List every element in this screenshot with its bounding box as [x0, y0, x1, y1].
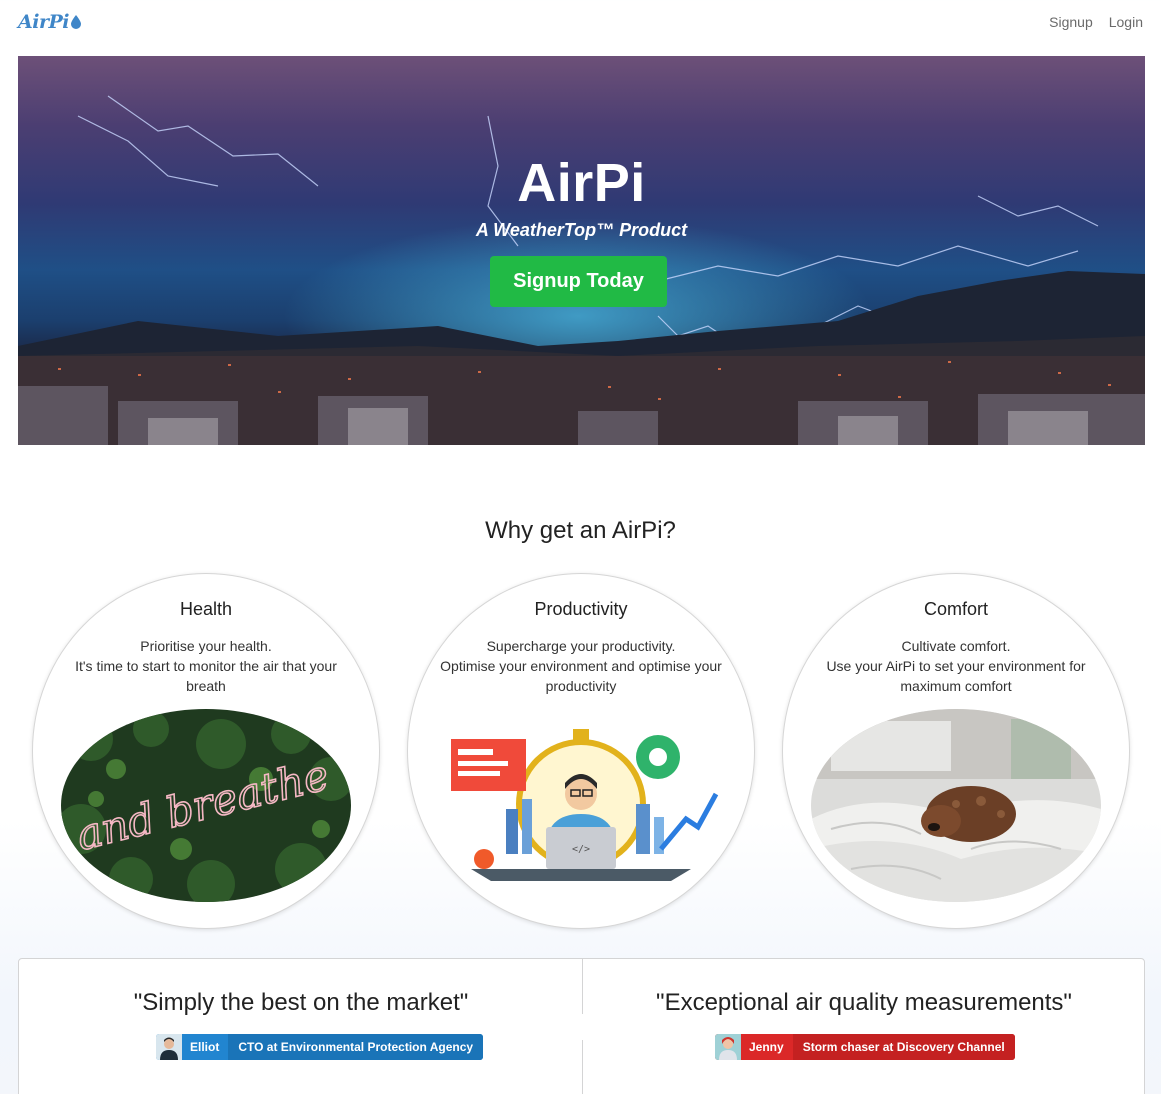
comfort-card-line1: Cultivate comfort.: [901, 638, 1011, 654]
testimonial-label-jenny[interactable]: Jenny Storm chaser at Discovery Channel: [715, 1034, 1015, 1060]
elliot-avatar: [156, 1034, 182, 1060]
hero-banner: AirPi A WeatherTop™ Product Signup Today: [18, 56, 1145, 445]
stormy-city-illustration: [18, 95, 1145, 445]
testimonial-name: Jenny: [749, 1040, 784, 1054]
comfort-card-line2: Use your AirPi to set your environment f…: [826, 658, 1086, 694]
testimonial-quote-jenny: "Exceptional air quality measurements": [656, 989, 1072, 1016]
why-section-title: Why get an AirPi?: [485, 517, 676, 544]
testimonial-role: Storm chaser at Discovery Channel: [792, 1034, 1015, 1060]
airpi-logo[interactable]: AirPi: [18, 11, 81, 33]
testimonial-name: Elliot: [190, 1040, 220, 1054]
code-symbol-text: </>: [572, 844, 590, 855]
comfort-card-title: Comfort: [923, 599, 988, 619]
comfort-card-text: Cultivate comfort. Use your AirPi to set…: [813, 636, 1099, 696]
comfort-card: Comfort Cultivate comfort. Use your AirP…: [782, 573, 1130, 929]
productivity-card-text: Supercharge your productivity. Optimise …: [438, 636, 724, 696]
testimonial-role: CTO at Environmental Protection Agency: [228, 1034, 484, 1060]
productivity-card-title: Productivity: [534, 599, 628, 619]
health-card-line1: Prioritise your health.: [140, 638, 272, 654]
health-card: Health Prioritise your health. It's time…: [32, 573, 380, 929]
productivity-card-line2: Optimise your environment and optimise y…: [440, 658, 722, 694]
productivity-card: Productivity Supercharge your productivi…: [407, 573, 755, 929]
testimonials-panel: "Simply the best on the market" Elliot C…: [18, 958, 1145, 1094]
testimonial-quote-elliot: "Simply the best on the market": [133, 989, 469, 1016]
logo-text: AirPi: [18, 11, 69, 33]
testimonial-label-elliot[interactable]: Elliot CTO at Environmental Protection A…: [156, 1034, 484, 1060]
signup-link[interactable]: Signup: [1049, 14, 1093, 30]
productivity-image: </>: [436, 709, 726, 902]
comfort-image: [811, 709, 1101, 902]
signup-today-button[interactable]: Signup Today: [490, 256, 667, 307]
water-drop-icon: [70, 15, 81, 29]
jenny-avatar: [715, 1034, 741, 1060]
health-image: and breathe: [61, 709, 351, 902]
health-card-text: Prioritise your health. It's time to sta…: [63, 636, 349, 696]
divider-gap: [574, 1014, 591, 1040]
health-card-title: Health: [179, 599, 233, 619]
health-card-line2: It's time to start to monitor the air th…: [75, 658, 337, 694]
hero-title: AirPi: [517, 153, 646, 213]
nav-links: Signup Login: [1049, 14, 1143, 30]
productivity-card-line1: Supercharge your productivity.: [486, 638, 676, 654]
hero-subtitle: A WeatherTop™ Product: [475, 220, 688, 240]
login-link[interactable]: Login: [1109, 14, 1143, 30]
top-nav: AirPi Signup Login: [0, 0, 1161, 44]
